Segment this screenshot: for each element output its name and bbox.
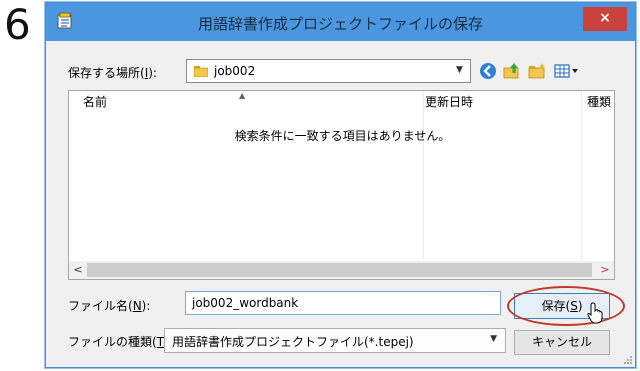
location-dropdown[interactable]: job002 ▼ bbox=[186, 59, 471, 83]
chevron-down-icon: ▼ bbox=[456, 65, 463, 75]
horizontal-scrollbar[interactable]: < > bbox=[69, 261, 614, 279]
view-menu-icon[interactable] bbox=[553, 61, 579, 81]
cancel-button[interactable]: キャンセル bbox=[514, 330, 610, 355]
scroll-left-icon[interactable]: < bbox=[72, 261, 84, 279]
filename-label: ファイル名(N): bbox=[68, 299, 151, 313]
column-header-type[interactable]: 種類 bbox=[587, 91, 611, 115]
resize-grip-icon[interactable] bbox=[623, 355, 633, 365]
close-icon: × bbox=[599, 10, 611, 26]
location-value: job002 bbox=[214, 64, 256, 78]
folder-icon bbox=[194, 66, 208, 77]
save-dialog: 用語辞書作成プロジェクトファイルの保存 × 保存する場所(I): job002 … bbox=[45, 2, 636, 368]
column-divider bbox=[423, 91, 424, 259]
empty-message: 検索条件に一致する項目はありません。 bbox=[234, 129, 451, 143]
chevron-down-icon: ▼ bbox=[490, 334, 497, 344]
dialog-title: 用語辞書作成プロジェクトファイルの保存 bbox=[197, 15, 483, 33]
filetype-value: 用語辞書作成プロジェクトファイル(*.tepej) bbox=[172, 335, 414, 349]
back-icon[interactable] bbox=[478, 61, 498, 81]
highlight-ring bbox=[507, 286, 625, 326]
new-folder-icon[interactable] bbox=[527, 61, 547, 81]
close-button[interactable]: × bbox=[583, 7, 627, 31]
scrollbar-thumb[interactable] bbox=[87, 263, 592, 277]
file-list[interactable]: 名前 ▲ 更新日時 種類 検索条件に一致する項目はありません。 < > bbox=[68, 90, 615, 280]
step-number: 6 bbox=[4, 0, 31, 49]
scroll-right-icon[interactable]: > bbox=[599, 261, 611, 279]
location-label: 保存する場所(I): bbox=[68, 66, 157, 80]
column-header-name[interactable]: 名前 bbox=[83, 91, 107, 115]
filename-input[interactable]: job002_wordbank bbox=[185, 291, 501, 315]
filetype-label: ファイルの種類(T): bbox=[68, 335, 173, 349]
filetype-dropdown[interactable]: 用語辞書作成プロジェクトファイル(*.tepej) ▼ bbox=[164, 328, 506, 353]
up-folder-icon[interactable] bbox=[502, 61, 522, 81]
mouse-pointer-icon bbox=[587, 302, 603, 324]
column-header-modified[interactable]: 更新日時 bbox=[425, 91, 473, 115]
sort-up-icon: ▲ bbox=[239, 91, 246, 100]
column-divider bbox=[581, 91, 582, 259]
title-bar[interactable]: 用語辞書作成プロジェクトファイルの保存 × bbox=[46, 3, 635, 41]
filename-value: job002_wordbank bbox=[192, 296, 299, 310]
